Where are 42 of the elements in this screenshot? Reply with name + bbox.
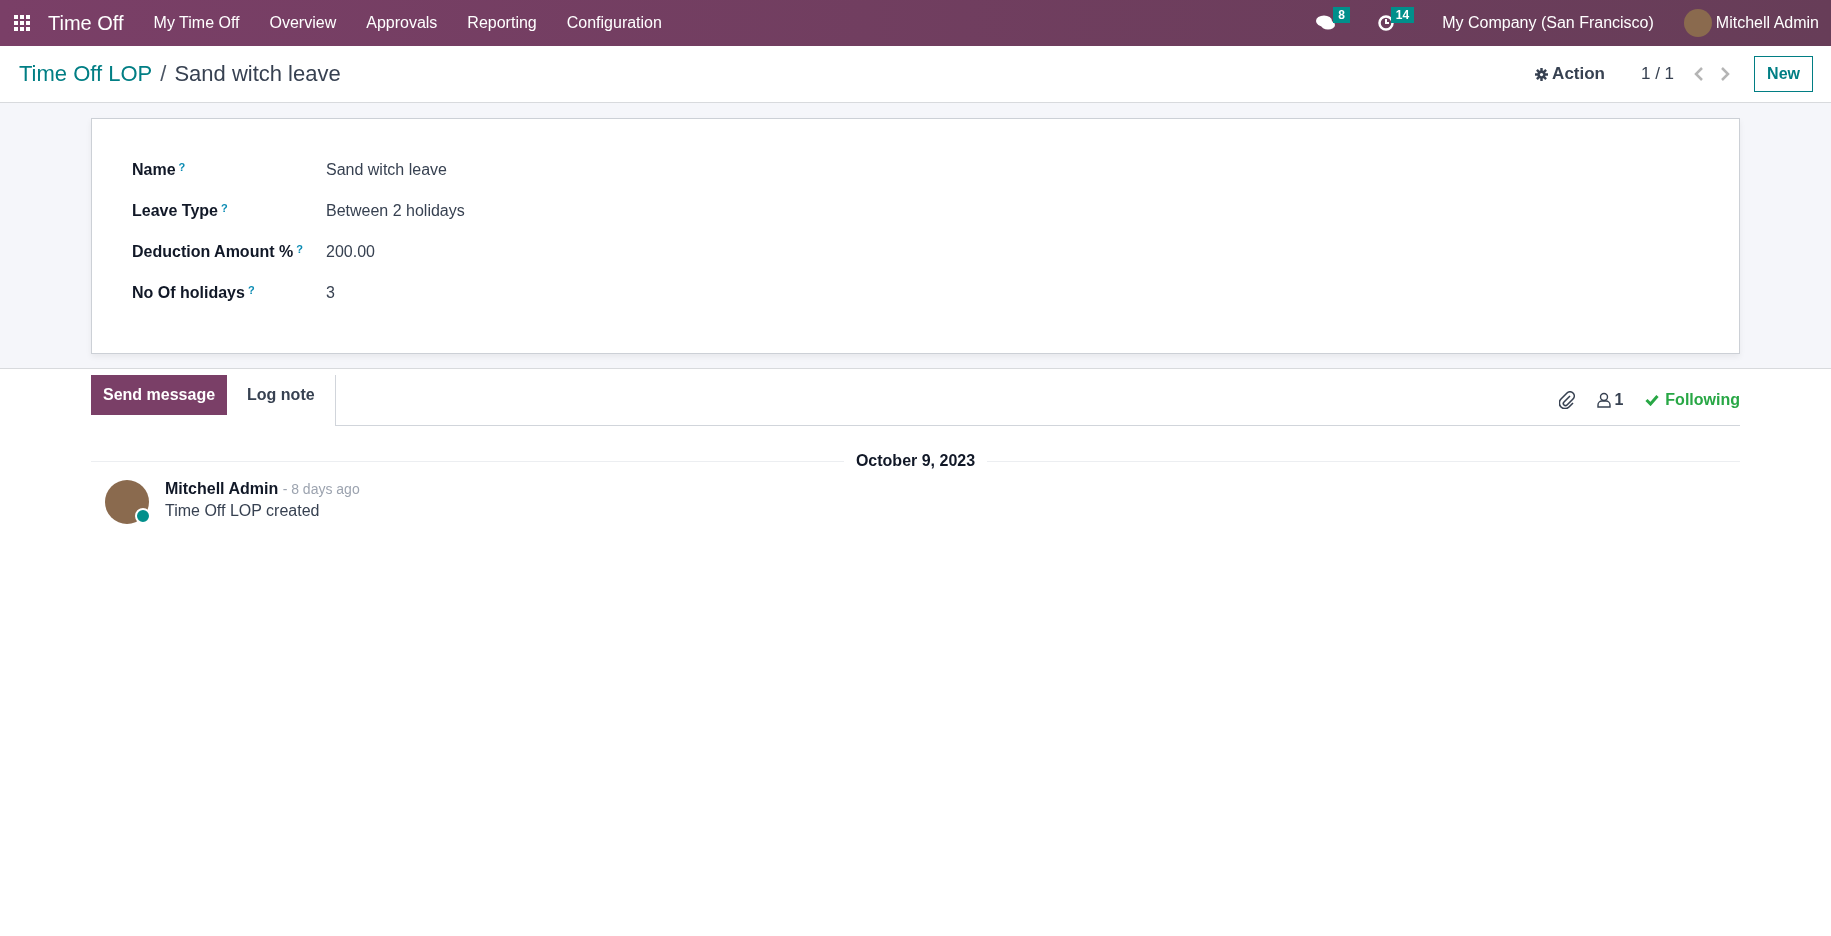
help-tooltip-mark[interactable]: ? bbox=[178, 160, 186, 173]
gear-icon bbox=[1535, 67, 1549, 81]
menu-item[interactable]: Overview bbox=[269, 14, 337, 32]
help-tooltip-mark[interactable]: ? bbox=[220, 201, 228, 214]
clock-icon[interactable] bbox=[1377, 15, 1394, 31]
paperclip-icon[interactable] bbox=[1559, 391, 1576, 409]
message-body: Time Off LOP created bbox=[165, 502, 321, 520]
menu-item[interactable]: My Time Off bbox=[153, 14, 240, 32]
person-icon bbox=[1597, 392, 1612, 408]
field-value: 3 bbox=[326, 283, 335, 302]
pager-value: 1 / 1 bbox=[1641, 64, 1675, 84]
field-value: 200.00 bbox=[326, 242, 375, 261]
new-button[interactable]: New bbox=[1754, 56, 1813, 92]
field-label: Name bbox=[132, 160, 176, 179]
breadcrumb-link[interactable]: Time Off LOP bbox=[19, 61, 153, 87]
message-author: Mitchell Admin bbox=[165, 480, 279, 497]
field-value: Between 2 holidays bbox=[326, 201, 465, 220]
menu-item[interactable]: Reporting bbox=[467, 14, 537, 32]
record-title: Sand witch leave bbox=[174, 61, 341, 87]
menu-item[interactable]: Approvals bbox=[366, 14, 438, 32]
followers-button[interactable]: 1 bbox=[1597, 391, 1624, 409]
activity-count-badge: 14 bbox=[1390, 7, 1415, 23]
message-time: - 8 days ago bbox=[282, 481, 360, 497]
field-label: No Of holidays bbox=[132, 283, 245, 302]
help-tooltip-mark[interactable]: ? bbox=[296, 242, 303, 255]
checkmark-icon bbox=[1645, 394, 1660, 406]
user-menu[interactable]: Mitchell Admin bbox=[1715, 14, 1819, 32]
author-avatar bbox=[105, 480, 149, 524]
app-name[interactable]: Time Off bbox=[48, 11, 124, 35]
company-switcher[interactable]: My Company (San Francisco) bbox=[1442, 14, 1654, 32]
help-tooltip-mark[interactable]: ? bbox=[247, 283, 255, 296]
message-count-badge: 8 bbox=[1333, 7, 1350, 23]
app-grid-icon[interactable] bbox=[14, 15, 30, 31]
date-separator: October 9, 2023 bbox=[855, 452, 976, 470]
chatter-tab[interactable]: Send message bbox=[91, 375, 228, 415]
breadcrumb-separator: / bbox=[160, 61, 167, 87]
action-menu-button[interactable]: Action bbox=[1529, 63, 1611, 85]
field-label: Deduction Amount % bbox=[132, 242, 294, 261]
menu-item[interactable]: Configuration bbox=[566, 14, 662, 32]
field-label: Leave Type bbox=[132, 201, 218, 220]
chat-bubbles-icon[interactable] bbox=[1316, 15, 1337, 31]
field-value: Sand witch leave bbox=[326, 160, 447, 179]
